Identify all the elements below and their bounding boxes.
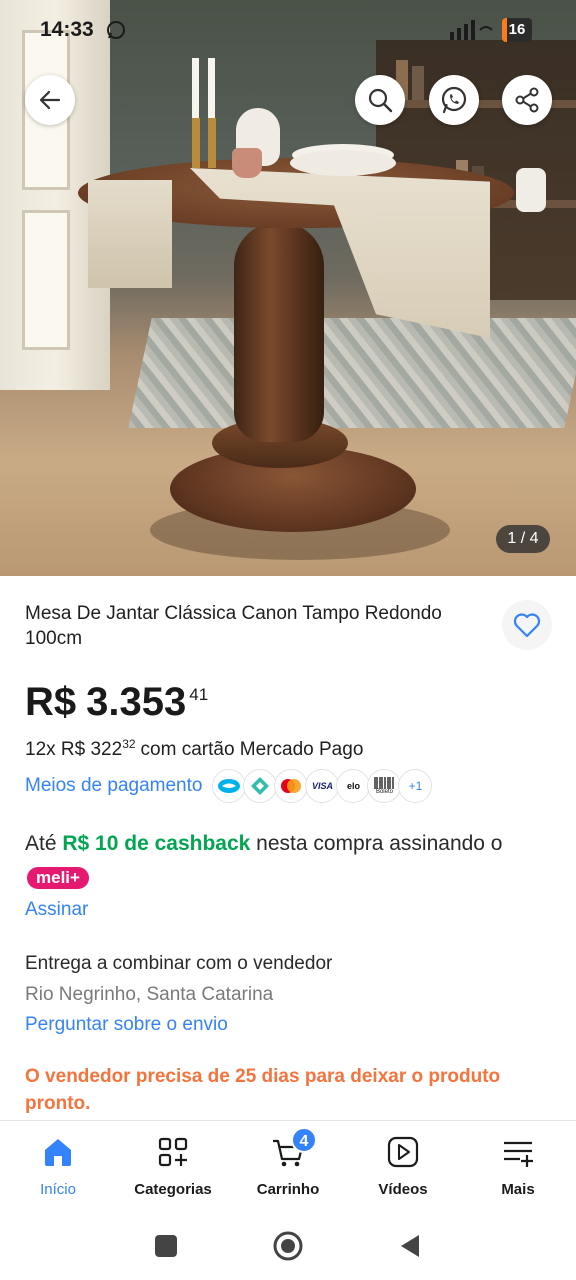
menu-more-icon: [504, 1141, 533, 1167]
price-value: 3.353: [86, 680, 187, 724]
seller-lead-time-warning: O vendedor precisa de 25 dias para deixa…: [25, 1066, 501, 1114]
tab-cart-label: Carrinho: [256, 1181, 320, 1198]
meli-plus-badge: meli+: [27, 867, 89, 889]
product-title: Mesa De Jantar Clássica Canon Tampo Redo…: [25, 603, 442, 649]
cashback-prefix: Até: [25, 832, 57, 855]
rug: [128, 318, 576, 428]
candlestick: [192, 118, 200, 168]
battery-indicator: 16: [502, 18, 532, 42]
table-runner: [88, 180, 172, 288]
price: R$ 3.353 41: [25, 678, 208, 728]
product-image[interactable]: [0, 0, 576, 576]
tab-videos[interactable]: Vídeos: [348, 1135, 458, 1199]
window-pane: [22, 210, 70, 350]
cashback-info: Até R$ 10 de cashback nesta compra assin…: [25, 826, 545, 898]
installments-cents: 32: [122, 737, 136, 751]
home-icon: [45, 1139, 71, 1166]
video-play-icon: [387, 1136, 419, 1168]
favorite-button[interactable]: [502, 600, 552, 650]
share-button[interactable]: [502, 75, 552, 125]
tab-home-label: Início: [40, 1181, 76, 1198]
circle-icon: [273, 1231, 303, 1261]
search-button[interactable]: [355, 75, 405, 125]
candlestick: [208, 118, 216, 168]
whatsapp-share-button[interactable]: [429, 75, 479, 125]
price-currency: R$: [25, 680, 77, 724]
back-system-button[interactable]: [394, 1230, 426, 1262]
tab-videos-label: Vídeos: [378, 1181, 428, 1198]
arrow-left-icon: [39, 90, 61, 110]
tab-home[interactable]: Início: [3, 1135, 113, 1199]
mastercard-icon: [274, 769, 309, 803]
elo-badge: elo: [336, 769, 371, 803]
candle: [208, 58, 215, 120]
square-icon: [155, 1235, 177, 1257]
ask-shipping-link[interactable]: Perguntar sobre o envio: [25, 1012, 228, 1038]
back-button[interactable]: [25, 75, 75, 125]
whatsapp-status-icon: [107, 21, 125, 39]
tab-more-label: Mais: [501, 1181, 535, 1198]
payment-methods[interactable]: Meios de pagamento VISA elo Boleto +1: [25, 768, 433, 804]
signal-icon: [450, 20, 493, 40]
tab-categories-label: Categorias: [134, 1181, 212, 1198]
cart-count-badge: 4: [291, 1127, 317, 1153]
search-icon: [368, 88, 393, 113]
installments-amount: 12x R$ 322: [25, 739, 123, 760]
bottom-tab-bar: Início Categorias 4 Carrinho Vídeos Mais: [0, 1120, 576, 1212]
payment-methods-link[interactable]: Meios de pagamento: [25, 775, 202, 797]
plant-pot: [232, 148, 262, 178]
visa-badge: VISA: [305, 769, 340, 803]
cashback-amount: R$ 10 de cashback: [62, 832, 251, 855]
candle: [192, 58, 199, 120]
installments: 12x R$ 32232 com cartão Mercado Pago: [25, 732, 363, 762]
triangle-back-icon: [401, 1235, 419, 1257]
tab-more[interactable]: Mais: [463, 1135, 573, 1199]
delivery-info: Entrega a combinar com o vendedor: [25, 953, 333, 974]
system-navigation-bar: [0, 1212, 576, 1280]
seller-location: Rio Negrinho, Santa Catarina: [25, 984, 274, 1005]
jar: [516, 168, 546, 212]
more-payment-badge[interactable]: +1: [398, 769, 433, 803]
boleto-label: Boleto: [375, 789, 393, 795]
installments-method: com cartão Mercado Pago: [140, 739, 364, 760]
book: [412, 66, 424, 100]
tab-cart[interactable]: 4 Carrinho: [233, 1127, 343, 1199]
whatsapp-icon: [441, 86, 467, 114]
home-system-button[interactable]: [272, 1230, 304, 1262]
status-time: 14:33: [40, 18, 94, 41]
subscribe-link[interactable]: Assinar: [25, 899, 88, 921]
heart-icon: [513, 613, 541, 638]
plates: [290, 150, 396, 176]
pix-icon: [243, 769, 278, 803]
share-icon: [515, 87, 539, 113]
recents-button[interactable]: [150, 1230, 182, 1262]
mercado-pago-icon: [212, 769, 247, 803]
status-bar: 14:33 16: [0, 14, 576, 48]
tab-categories[interactable]: Categorias: [118, 1135, 228, 1199]
boleto-icon: Boleto: [367, 769, 402, 803]
gallery-counter: 1 / 4: [496, 525, 550, 553]
categories-icon: [158, 1137, 188, 1167]
table-pedestal: [234, 222, 324, 442]
cashback-suffix: nesta compra assinando o: [256, 832, 503, 855]
price-cents: 41: [189, 685, 209, 704]
